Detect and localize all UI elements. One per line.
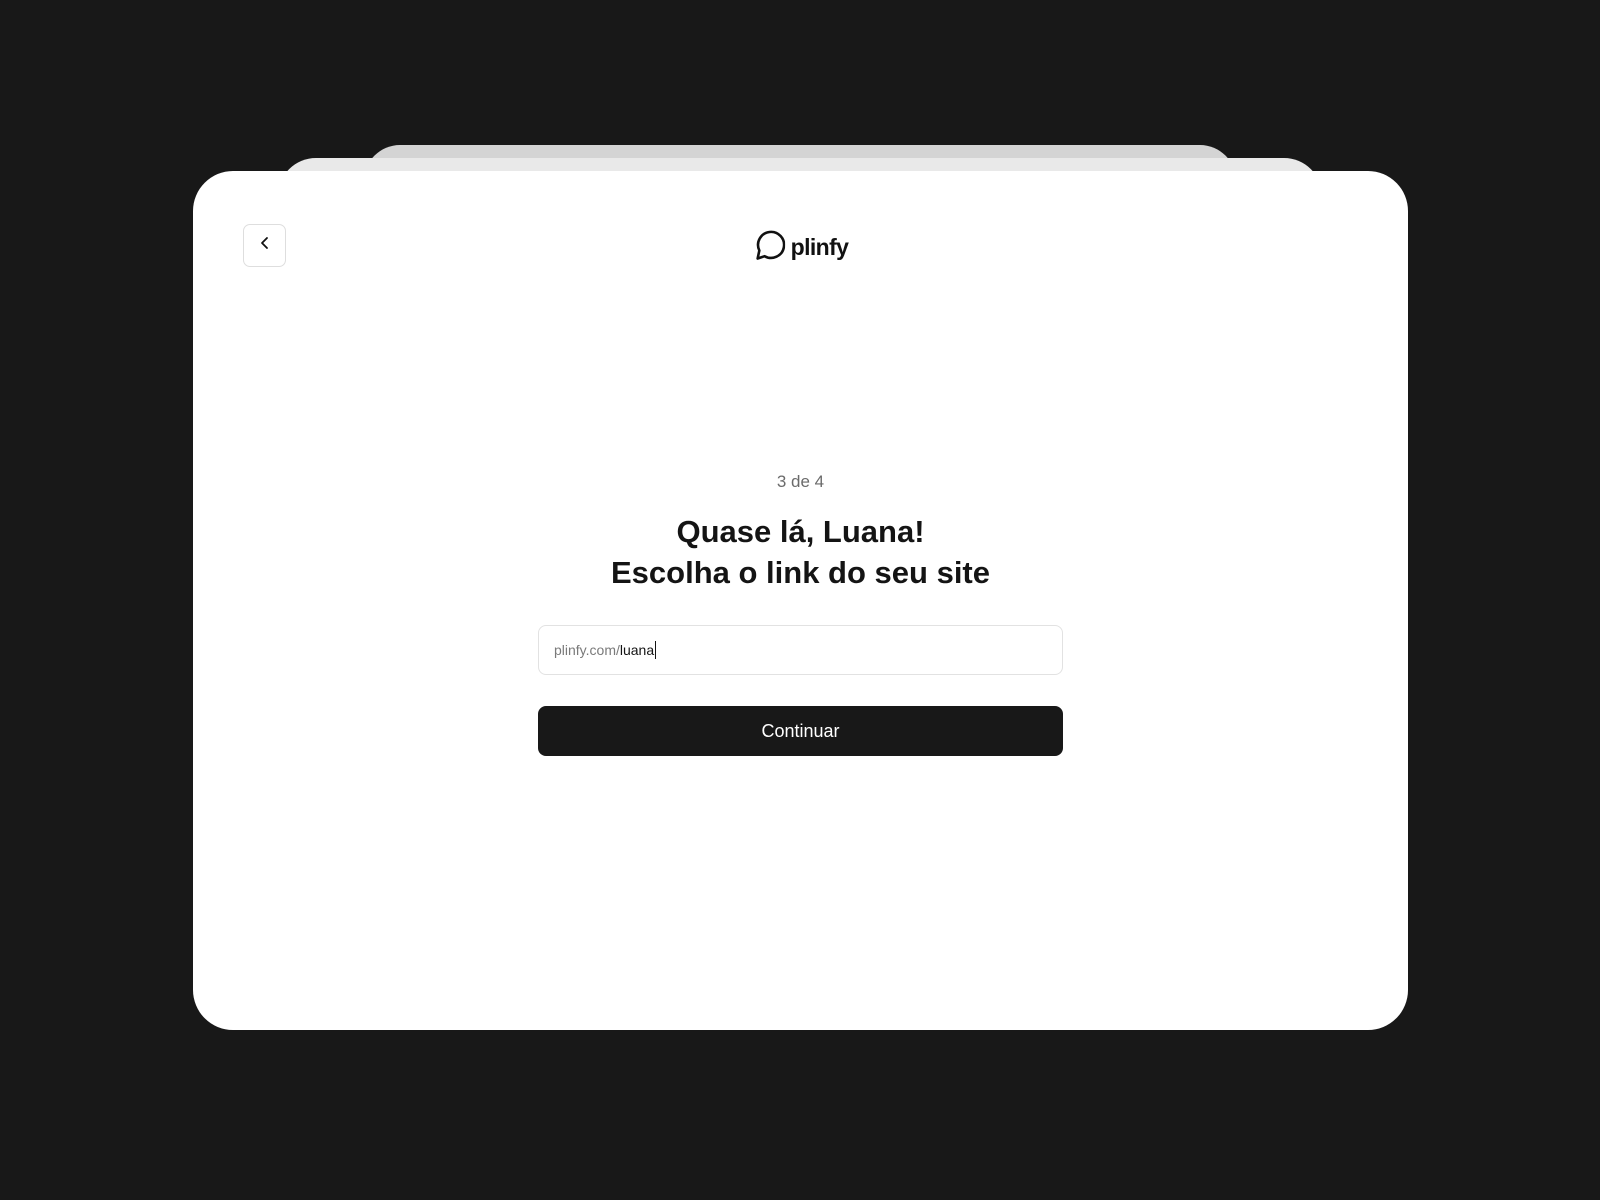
site-link-input[interactable]: plinfy.com/luana [538, 625, 1063, 675]
title-line-1: Quase lá, Luana! [676, 514, 925, 549]
title-line-2: Escolha o link do seu site [611, 555, 990, 590]
step-indicator: 3 de 4 [776, 472, 825, 491]
continue-button[interactable]: Continuar [538, 706, 1063, 756]
page-title: Quase lá, Luana! Escolha o link do seu s… [611, 511, 990, 593]
text-caret [655, 641, 657, 659]
onboarding-content: 3 de 4 Quase lá, Luana! Escolha o link d… [193, 471, 1408, 756]
brand-logo: plinfy [753, 229, 849, 266]
link-prefix: plinfy.com/ [554, 642, 620, 658]
brand-name: plinfy [790, 234, 849, 260]
speech-bubble-icon [753, 229, 785, 266]
chevron-left-icon [258, 236, 272, 255]
onboarding-card: plinfy 3 de 4 Quase lá, Luana! Escolha o… [193, 171, 1408, 1030]
link-value: luana [619, 642, 655, 658]
back-button[interactable] [243, 224, 286, 267]
